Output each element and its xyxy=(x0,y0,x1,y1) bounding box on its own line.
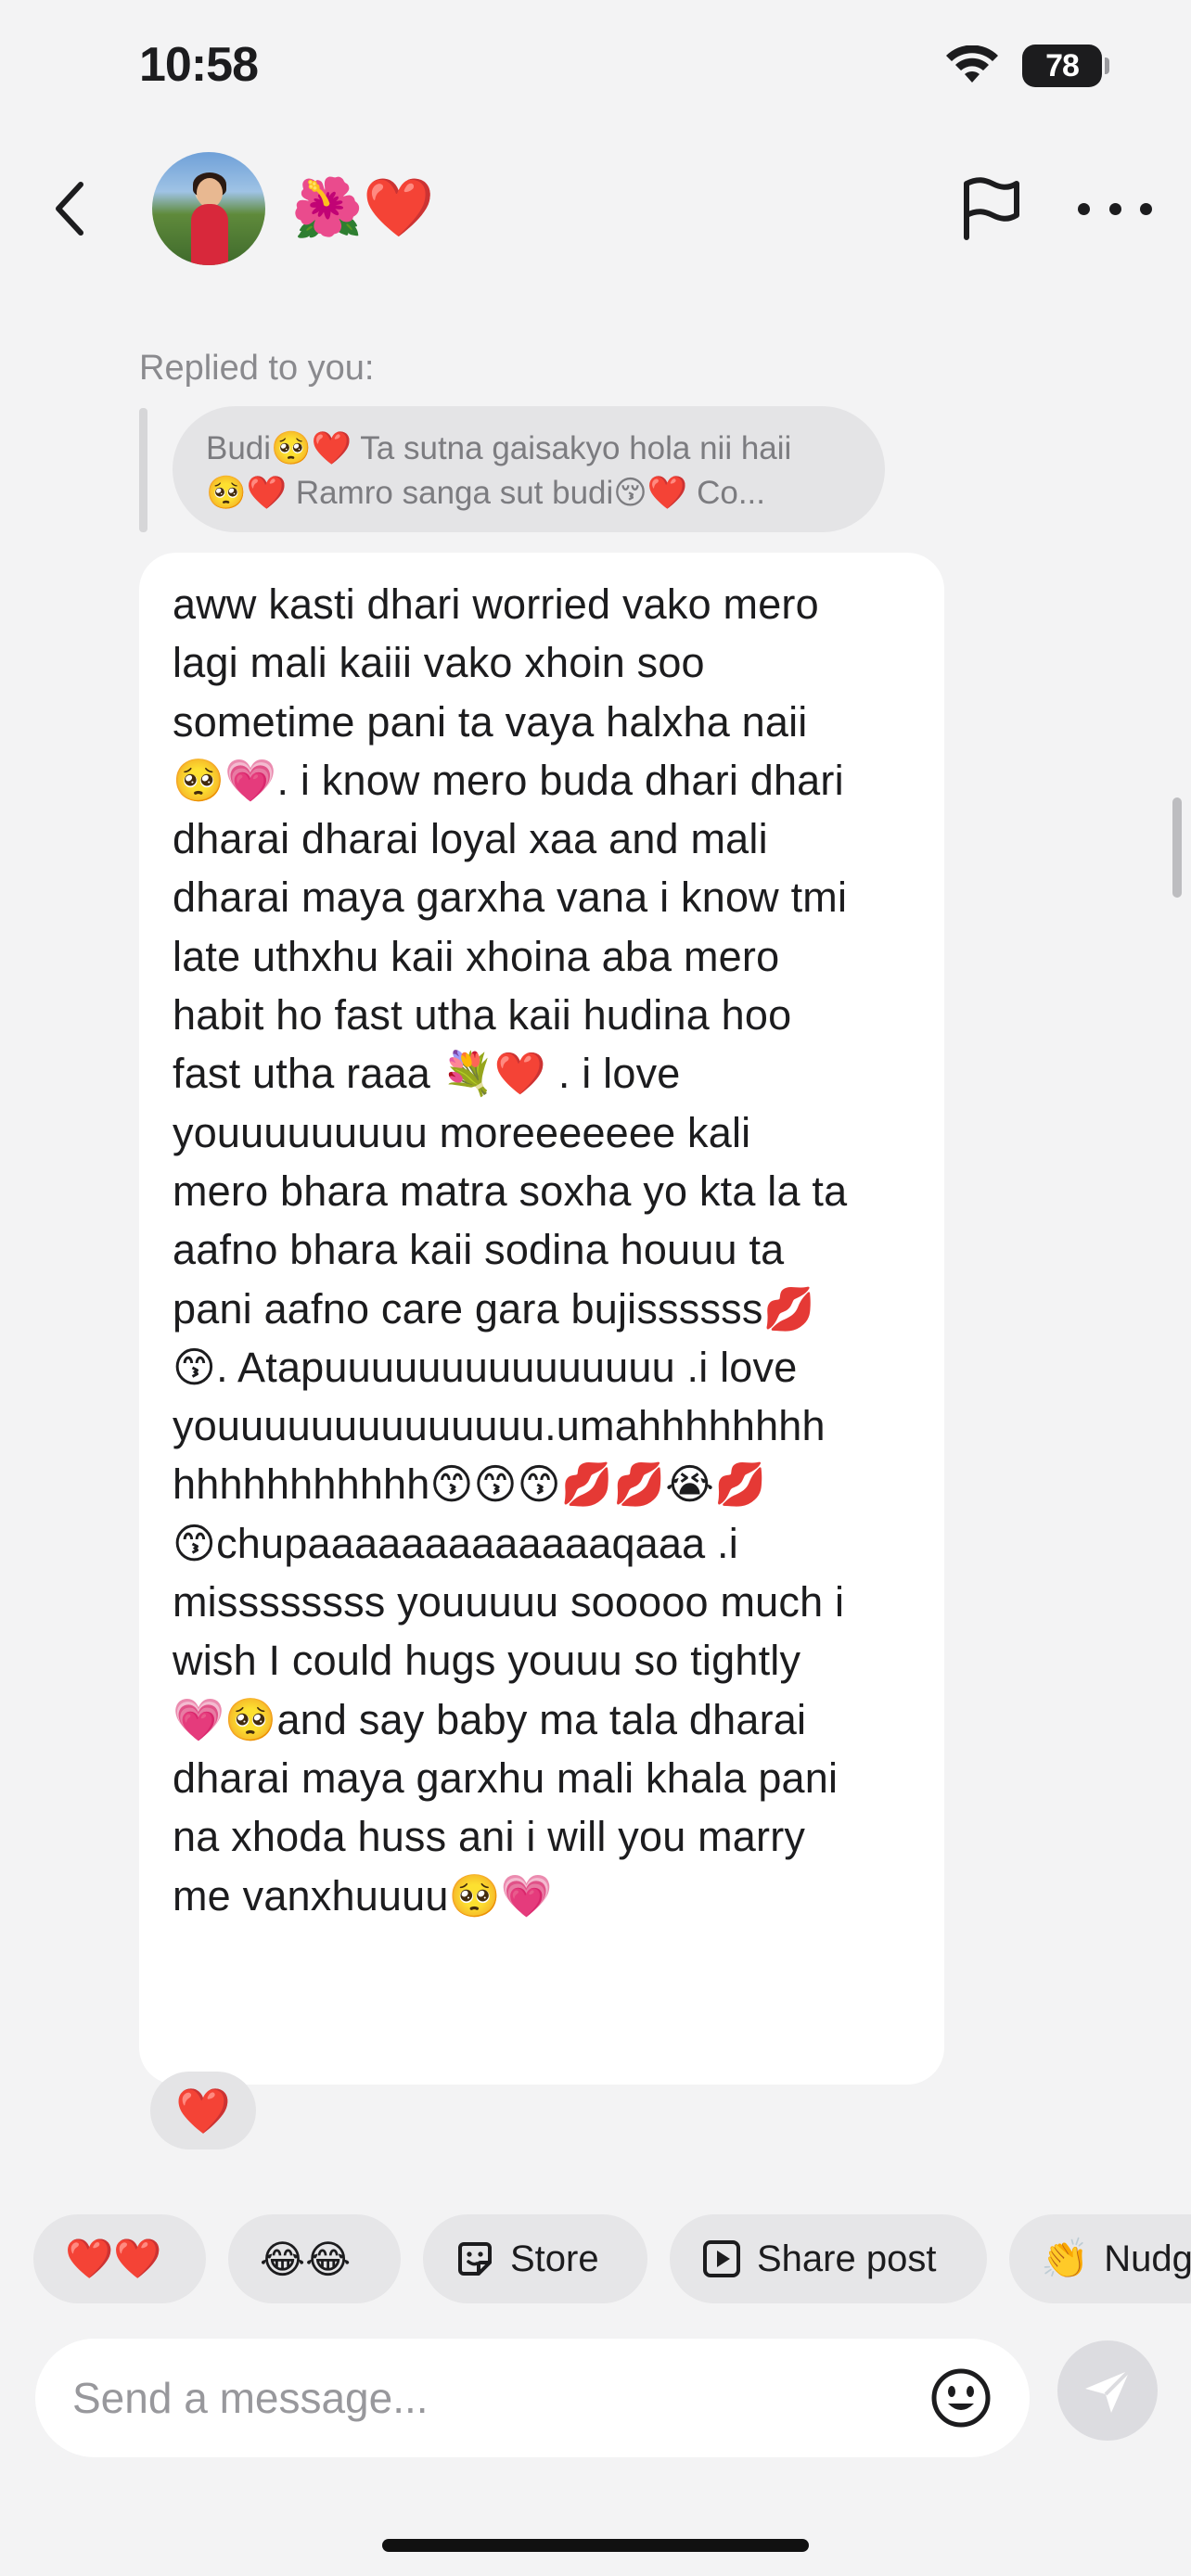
message-line: habit ho fast utha kaii hudina hoo xyxy=(173,991,792,1039)
message-line: mero bhara matra soxha yo kta la ta xyxy=(173,1167,848,1215)
reply-quote-line: 🥺❤️ Ramro sanga sut budi😚❤️ Co... xyxy=(206,475,765,511)
message-line: hhhhhhhhhhh😙😙😙💋💋😭💋 xyxy=(173,1460,767,1509)
reply-quote[interactable]: Budi🥺❤️ Ta sutna gaisakyo hola nii haii … xyxy=(173,406,885,532)
message-line: wish I could hugs youuu so tightly xyxy=(173,1637,801,1685)
battery-indicator: 78 xyxy=(1022,45,1109,87)
message-line: me vanxhuuuu🥺💗 xyxy=(173,1871,554,1919)
sticker-icon xyxy=(458,2242,492,2276)
message-line: missssssss youuuuu sooooo much i xyxy=(173,1578,845,1626)
message-line: youuuuuuuuu moreeeeeee kali xyxy=(173,1108,751,1156)
message-line: aafno bhara kaii sodina houuu ta xyxy=(173,1226,785,1274)
quick-reply-laugh[interactable]: 😂😂 xyxy=(228,2214,401,2303)
laugh-emoji: 😂😂 xyxy=(260,2237,352,2281)
dot-icon xyxy=(1140,202,1152,215)
dot-icon xyxy=(1078,202,1090,215)
store-label: Store xyxy=(510,2238,599,2279)
quick-reply-hearts[interactable]: ❤️❤️ xyxy=(33,2214,206,2303)
message-line: fast utha raaa 💐❤️ . i love xyxy=(173,1050,681,1098)
message-reaction[interactable]: ❤️ xyxy=(150,2072,256,2149)
send-icon xyxy=(1085,2368,1132,2413)
home-indicator xyxy=(382,2539,809,2552)
flag-icon xyxy=(964,177,1019,240)
message-line: pani aafno care gara bujissssss💋 xyxy=(173,1284,815,1333)
message-line: sometime pani ta vaya halxha naii xyxy=(173,697,808,746)
share-post-chip[interactable]: Share post xyxy=(670,2214,987,2303)
wifi-icon xyxy=(946,45,998,83)
message-line: 😙chupaaaaaaaaaaaaaqaaa .i xyxy=(173,1519,738,1567)
more-options-button[interactable] xyxy=(1078,195,1152,223)
message-input[interactable]: Send a message... xyxy=(72,2373,929,2423)
quick-replies-bar: ❤️❤️ 😂😂 Store Share post 👏 Nudg xyxy=(0,2214,1191,2307)
clap-emoji: 👏 xyxy=(1041,2236,1090,2280)
message-composer[interactable]: Send a message... xyxy=(35,2339,1030,2457)
reply-bar xyxy=(139,408,147,532)
scrollbar[interactable] xyxy=(1172,797,1182,898)
nudge-label: Nudg xyxy=(1104,2238,1191,2279)
message-line: dharai maya garxhu mali khala pani xyxy=(173,1753,839,1802)
nudge-chip[interactable]: 👏 Nudg xyxy=(1009,2214,1191,2303)
chevron-left-icon xyxy=(56,182,83,236)
chat-header: 🌺❤️ xyxy=(0,148,1191,269)
play-icon xyxy=(703,2240,740,2277)
message-line: late uthxhu kaii xhoina aba mero xyxy=(173,932,780,980)
emoji-icon[interactable] xyxy=(929,2366,992,2429)
chat-screen: 10:58 78 🌺❤️ Replied to you: Budi🥺❤️ Ta … xyxy=(0,0,1191,2576)
message-line: 🥺💗. i know mero buda dhari dhari xyxy=(173,756,844,804)
status-time: 10:58 xyxy=(139,38,259,92)
message-line: 💗🥺and say baby ma tala dharai xyxy=(173,1695,807,1743)
message-line: youuuuuuuuuuuuuu.umahhhhhhhh xyxy=(173,1402,826,1450)
report-button[interactable] xyxy=(957,176,1024,243)
reply-quote-line: Budi🥺❤️ Ta sutna gaisakyo hola nii haii xyxy=(206,430,792,466)
share-post-label: Share post xyxy=(757,2238,937,2279)
back-button[interactable] xyxy=(37,176,102,241)
message-line: 😙. Atapuuuuuuuuuuuuuuu .i love xyxy=(173,1343,798,1391)
message-line: dharai dharai loyal xaa and mali xyxy=(173,815,768,863)
send-button[interactable] xyxy=(1057,2340,1158,2441)
store-chip[interactable]: Store xyxy=(423,2214,647,2303)
replied-label: Replied to you: xyxy=(139,349,375,388)
contact-name[interactable]: 🌺❤️ xyxy=(291,176,434,241)
message-line: na xhoda huss ani i will you marry xyxy=(173,1813,806,1861)
hearts-emoji: ❤️❤️ xyxy=(65,2236,162,2280)
message-line: lagi mali kaiii vako xhoin soo xyxy=(173,639,705,687)
status-icons: 78 xyxy=(944,45,1109,87)
dot-icon xyxy=(1108,202,1121,215)
message-line: aww kasti dhari worried vako mero xyxy=(173,580,819,628)
avatar[interactable] xyxy=(152,152,265,265)
message-line: dharai maya garxha vana i know tmi xyxy=(173,874,848,922)
message-bubble[interactable]: aww kasti dhari worried vako mero lagi m… xyxy=(139,553,944,2085)
